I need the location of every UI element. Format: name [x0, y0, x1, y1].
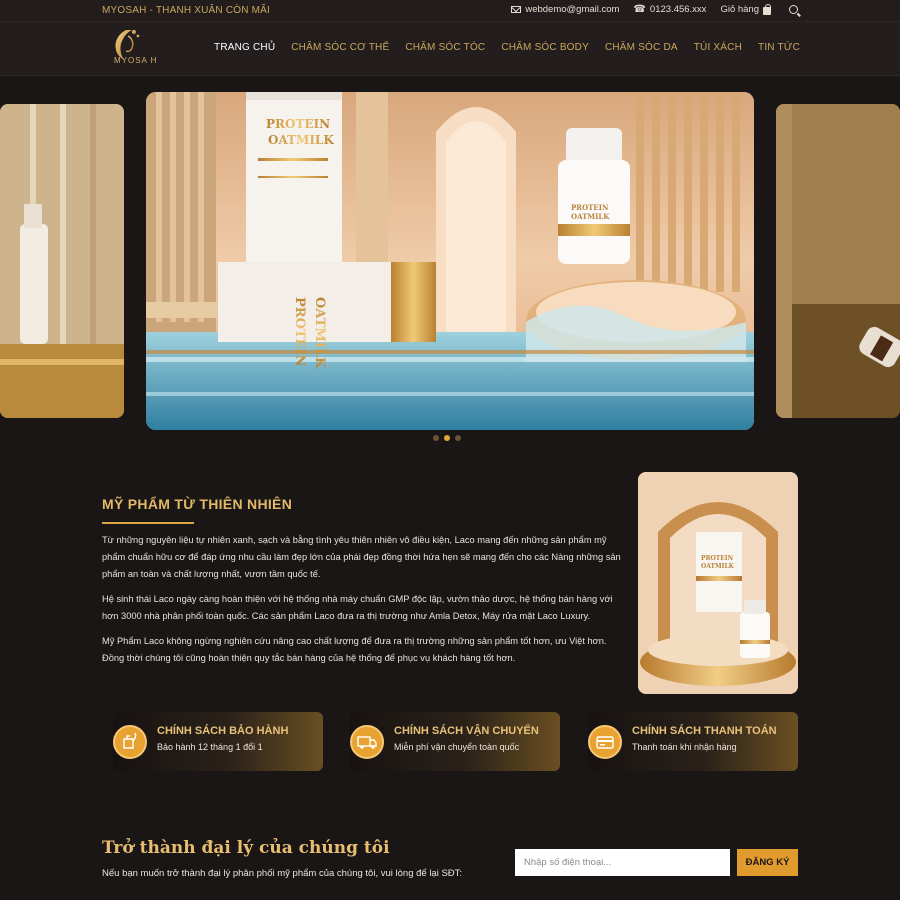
register-button[interactable]: ĐĂNG KÝ: [737, 849, 798, 876]
about-title: MỸ PHẨM TỪ THIÊN NHIÊN: [102, 496, 293, 512]
search-icon[interactable]: [789, 5, 798, 14]
top-bar-right: webdemo@gmail.com ☎ 0123.456.xxx Giỏ hàn…: [511, 3, 798, 15]
warranty-icon: [113, 725, 147, 759]
about-body: Từ những nguyên liệu tự nhiên xanh, sạch…: [102, 532, 622, 675]
slider-dot[interactable]: [433, 435, 439, 441]
card-icon: [588, 725, 622, 759]
svg-text:PROTEIN: PROTEIN: [292, 297, 307, 367]
svg-text:OATMILK: OATMILK: [701, 563, 735, 570]
slide-previous[interactable]: [0, 104, 124, 418]
nav-item-news[interactable]: TIN TỨC: [758, 42, 800, 53]
email-text: webdemo@gmail.com: [525, 4, 620, 15]
site-tagline: MYOSAH - THANH XUÂN CÒN MÃI: [102, 5, 271, 16]
cart-link[interactable]: Giỏ hàng: [720, 3, 771, 15]
about-paragraph: Từ những nguyên liệu tự nhiên xanh, sạch…: [102, 535, 621, 579]
agent-signup-title: Trở thành đại lý của chúng tôi: [102, 838, 390, 858]
policy-desc: Bảo hành 12 tháng 1 đổi 1: [157, 742, 263, 752]
svg-text:PROTEIN: PROTEIN: [571, 203, 609, 212]
slider-dot-active[interactable]: [444, 435, 450, 441]
cart-label: Giỏ hàng: [720, 4, 759, 15]
phone-text: 0123.456.xxx: [649, 4, 707, 15]
nav-item-home[interactable]: TRANG CHỦ: [214, 42, 275, 53]
svg-text:OATMILK: OATMILK: [312, 297, 327, 369]
mail-icon: [511, 6, 522, 13]
phone-input[interactable]: [515, 849, 730, 876]
nav-item-body-care[interactable]: CHĂM SÓC CƠ THỂ: [291, 42, 389, 53]
email-link[interactable]: webdemo@gmail.com: [511, 4, 619, 15]
logo-icon[interactable]: [104, 26, 160, 72]
policy-card-warranty[interactable]: CHÍNH SÁCH BẢO HÀNH Bảo hành 12 tháng 1 …: [113, 712, 323, 771]
phone-link[interactable]: ☎ 0123.456.xxx: [633, 4, 706, 15]
policy-card-shipping[interactable]: CHÍNH SÁCH VẬN CHUYỂN Miễn phí vận chuyể…: [350, 712, 560, 771]
box-text-protein: PROTEIN: [266, 117, 330, 131]
policy-desc: Miễn phí vận chuyển toàn quốc: [394, 742, 520, 752]
svg-text:OATMILK: OATMILK: [268, 133, 334, 147]
nav-item-skin-care[interactable]: CHĂM SÓC DA: [605, 42, 678, 53]
policy-card-payment[interactable]: CHÍNH SÁCH THANH TOÁN Thanh toán khi nhậ…: [588, 712, 798, 771]
top-bar: MYOSAH - THANH XUÂN CÒN MÃI webdemo@gmai…: [0, 0, 900, 22]
main-nav: TRANG CHỦ CHĂM SÓC CƠ THỂ CHĂM SÓC TÓC C…: [214, 42, 800, 53]
policy-title: CHÍNH SÁCH THANH TOÁN: [632, 725, 777, 737]
about-title-underline: [102, 522, 194, 524]
slider-dot[interactable]: [455, 435, 461, 441]
slider-dots: [433, 435, 461, 441]
logo-text: MYOSA H: [114, 56, 158, 65]
slide-previous-image: [0, 104, 124, 418]
nav-item-handbags[interactable]: TÚI XÁCH: [694, 42, 742, 53]
about-paragraph: Hệ sinh thái Laco ngày càng hoàn thiện v…: [102, 594, 613, 621]
truck-icon: [350, 725, 384, 759]
shopping-bag-icon: [763, 3, 771, 15]
nav-item-hair-care[interactable]: CHĂM SÓC TÓC: [405, 42, 485, 53]
main-header: MYOSA H TRANG CHỦ CHĂM SÓC CƠ THỂ CHĂM S…: [0, 22, 900, 76]
slide-next[interactable]: [776, 104, 900, 418]
svg-text:PROTEIN: PROTEIN: [701, 555, 734, 562]
about-product-image: PROTEIN OATMILK: [638, 472, 798, 694]
policy-title: CHÍNH SÁCH VẬN CHUYỂN: [394, 725, 539, 737]
policy-title: CHÍNH SÁCH BẢO HÀNH: [157, 725, 289, 737]
about-paragraph: Mỹ Phẩm Laco không ngừng nghiên cứu nâng…: [102, 636, 607, 663]
nav-item-body[interactable]: CHĂM SÓC BODY: [501, 42, 589, 53]
hero-slide-image: PROTEIN OATMILK PROTEIN OATMILK PROTEIN …: [146, 92, 754, 430]
policy-desc: Thanh toán khi nhận hàng: [632, 742, 737, 752]
hero-slide[interactable]: PROTEIN OATMILK PROTEIN OATMILK PROTEIN …: [146, 92, 754, 430]
slide-next-image: [776, 104, 900, 418]
svg-text:OATMILK: OATMILK: [571, 212, 610, 221]
phone-icon: ☎: [633, 3, 646, 15]
agent-signup-desc: Nếu bạn muốn trở thành đại lý phân phối …: [102, 868, 463, 879]
